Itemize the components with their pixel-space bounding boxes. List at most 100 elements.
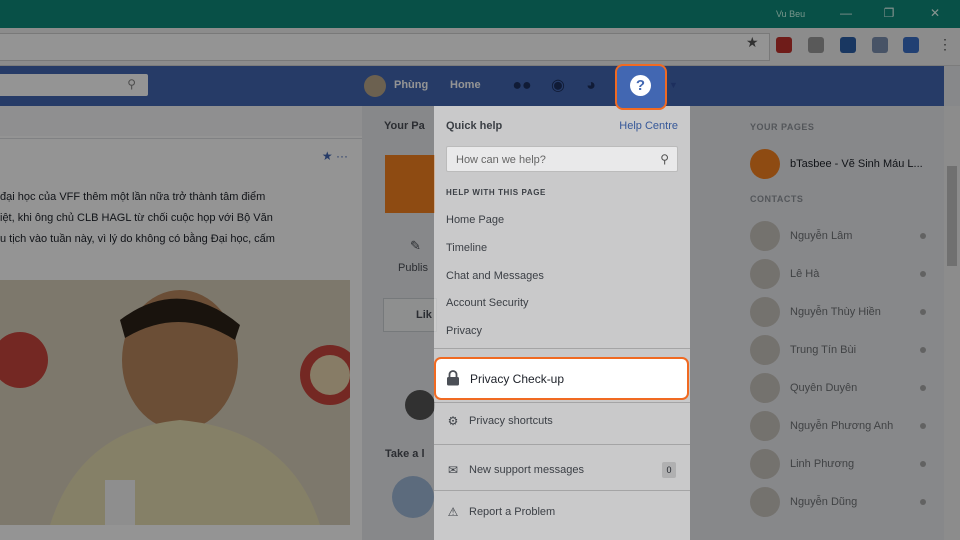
status-dot — [920, 385, 926, 391]
avatar — [750, 297, 780, 327]
post-text-line: đại học của VFF thêm một lần nữa trở thà… — [0, 191, 266, 203]
profile-link[interactable]: Phùng — [394, 79, 428, 91]
help-section-heading: HELP WITH THIS PAGE — [446, 188, 546, 197]
browser-toolbar: ★ ⋮ — [0, 28, 960, 66]
page-thumbnail[interactable] — [385, 155, 435, 213]
window-user-name: Vu Beu — [776, 9, 806, 19]
restore-button[interactable]: ❐ — [880, 5, 898, 21]
browser-menu-icon[interactable]: ⋮ — [938, 36, 952, 53]
account-menu-caret-icon[interactable]: ▼ — [669, 80, 678, 90]
status-dot — [920, 461, 926, 467]
report-problem-item[interactable]: ⚠ Report a Problem — [434, 500, 690, 526]
menu-divider — [434, 490, 690, 491]
your-pages-label: YOUR PAGES — [750, 122, 815, 132]
help-link-account-security[interactable]: Account Security — [446, 297, 529, 309]
close-button[interactable]: ✕ — [926, 5, 944, 21]
like-button[interactable]: Lik — [383, 298, 437, 332]
quick-help-title: Quick help — [446, 120, 503, 132]
support-messages-label: New support messages — [469, 464, 584, 476]
quick-help-button[interactable]: ? — [615, 64, 667, 110]
contact-item[interactable]: Nguyễn Dũng — [750, 487, 930, 517]
page-shortcut[interactable]: bTasbee - Vẽ Sinh Máu L... — [750, 149, 930, 179]
address-bar[interactable] — [0, 33, 770, 61]
extension-icon[interactable] — [872, 37, 888, 53]
contact-item[interactable]: Trung Tín Bùi — [750, 335, 930, 365]
gear-icon: ⚙ — [447, 414, 459, 428]
contact-name: Nguyễn Lâm — [790, 230, 853, 242]
messenger-icon[interactable]: ◉ — [548, 76, 568, 96]
scrollbar-thumb[interactable] — [947, 166, 957, 266]
contact-item[interactable]: Nguyễn Lâm — [750, 221, 930, 251]
take-label: Take a l — [385, 448, 425, 460]
avatar[interactable] — [405, 390, 435, 420]
privacy-shortcuts-item[interactable]: ⚙ Privacy shortcuts — [434, 409, 690, 435]
warning-icon: ⚠ — [447, 505, 459, 519]
help-centre-link[interactable]: Help Centre — [619, 120, 678, 132]
contact-name: Quyên Duyên — [790, 382, 858, 394]
avatar — [750, 449, 780, 479]
post-text: đại học của VFF thêm một lần nữa trở thà… — [0, 187, 345, 250]
post-text-line: u tịch vào tuần này, vì lý do không có b… — [0, 233, 275, 245]
question-icon: ? — [630, 75, 651, 96]
window-titlebar: Vu Beu — ❐ ✕ — [0, 0, 960, 28]
status-dot — [920, 499, 926, 505]
search-icon: ⚲ — [660, 152, 669, 166]
menu-divider — [434, 444, 690, 445]
avatar — [750, 221, 780, 251]
avatar — [750, 335, 780, 365]
facebook-navbar: ⚲ Phùng Home ●● ◉ ◕ — [0, 66, 944, 106]
help-link-chat[interactable]: Chat and Messages — [446, 270, 544, 282]
help-link-home-page[interactable]: Home Page — [446, 214, 504, 226]
post-text-line: iệt, khi ông chủ CLB HAGL từ chối cuộc h… — [0, 212, 273, 224]
privacy-checkup-label: Privacy Check-up — [470, 372, 565, 386]
post-options-icon[interactable]: ★ ··· — [322, 149, 348, 163]
extension-icon[interactable] — [808, 37, 824, 53]
edit-icon[interactable]: ✎ — [410, 238, 421, 254]
contact-item[interactable]: Lê Hà — [750, 259, 930, 289]
contact-item[interactable]: Linh Phương — [750, 449, 930, 479]
contact-name: Nguyễn Dũng — [790, 496, 858, 508]
adblock-extension-icon[interactable] — [776, 37, 792, 53]
minimize-button[interactable]: — — [837, 5, 855, 21]
help-search-input[interactable]: How can we help? ⚲ — [446, 146, 678, 172]
your-pages-header: Your Pa — [384, 120, 425, 132]
privacy-checkup-item[interactable]: Privacy Check-up — [434, 357, 689, 400]
page-name: bTasbee - Vẽ Sinh Máu L... — [790, 158, 923, 170]
contact-name: Nguyễn Thùy Hiền — [790, 306, 881, 318]
status-dot — [920, 309, 926, 315]
friend-requests-icon[interactable]: ●● — [512, 76, 532, 96]
status-dot — [920, 233, 926, 239]
feed-top-strip — [0, 106, 362, 136]
home-link[interactable]: Home — [450, 79, 481, 91]
support-messages-item[interactable]: ✉ New support messages 0 — [434, 458, 690, 484]
inbox-icon: ✉ — [447, 463, 459, 477]
contact-item[interactable]: Quyên Duyên — [750, 373, 930, 403]
contact-item[interactable]: Nguyễn Thùy Hiền — [750, 297, 930, 327]
contact-name: Trung Tín Bùi — [790, 344, 857, 356]
help-link-timeline[interactable]: Timeline — [446, 242, 487, 254]
contact-name: Linh Phương — [790, 458, 855, 470]
menu-divider — [434, 348, 690, 349]
quick-help-menu: Quick help Help Centre How can we help? … — [434, 106, 690, 540]
extension-icon[interactable] — [840, 37, 856, 53]
post-photo[interactable] — [0, 280, 350, 525]
status-dot — [920, 423, 926, 429]
status-dot — [920, 271, 926, 277]
extension-icon[interactable] — [903, 37, 919, 53]
help-link-privacy[interactable]: Privacy — [446, 325, 482, 337]
contact-item[interactable]: Nguyễn Phương Anh — [750, 411, 930, 441]
search-input[interactable]: ⚲ — [0, 74, 148, 96]
avatar — [750, 259, 780, 289]
page-avatar — [750, 149, 780, 179]
page-scrollbar[interactable] — [944, 106, 960, 540]
menu-divider — [434, 402, 690, 403]
avatar[interactable] — [364, 75, 386, 97]
search-icon[interactable]: ⚲ — [127, 77, 136, 91]
notifications-globe-icon[interactable]: ◕ — [581, 76, 601, 96]
map-pin-icon[interactable] — [392, 476, 434, 518]
bookmark-star-icon[interactable]: ★ — [746, 34, 759, 51]
privacy-shortcuts-label: Privacy shortcuts — [469, 415, 553, 427]
publish-label[interactable]: Publis — [398, 262, 428, 274]
support-count-badge: 0 — [662, 462, 676, 478]
status-dot — [920, 347, 926, 353]
